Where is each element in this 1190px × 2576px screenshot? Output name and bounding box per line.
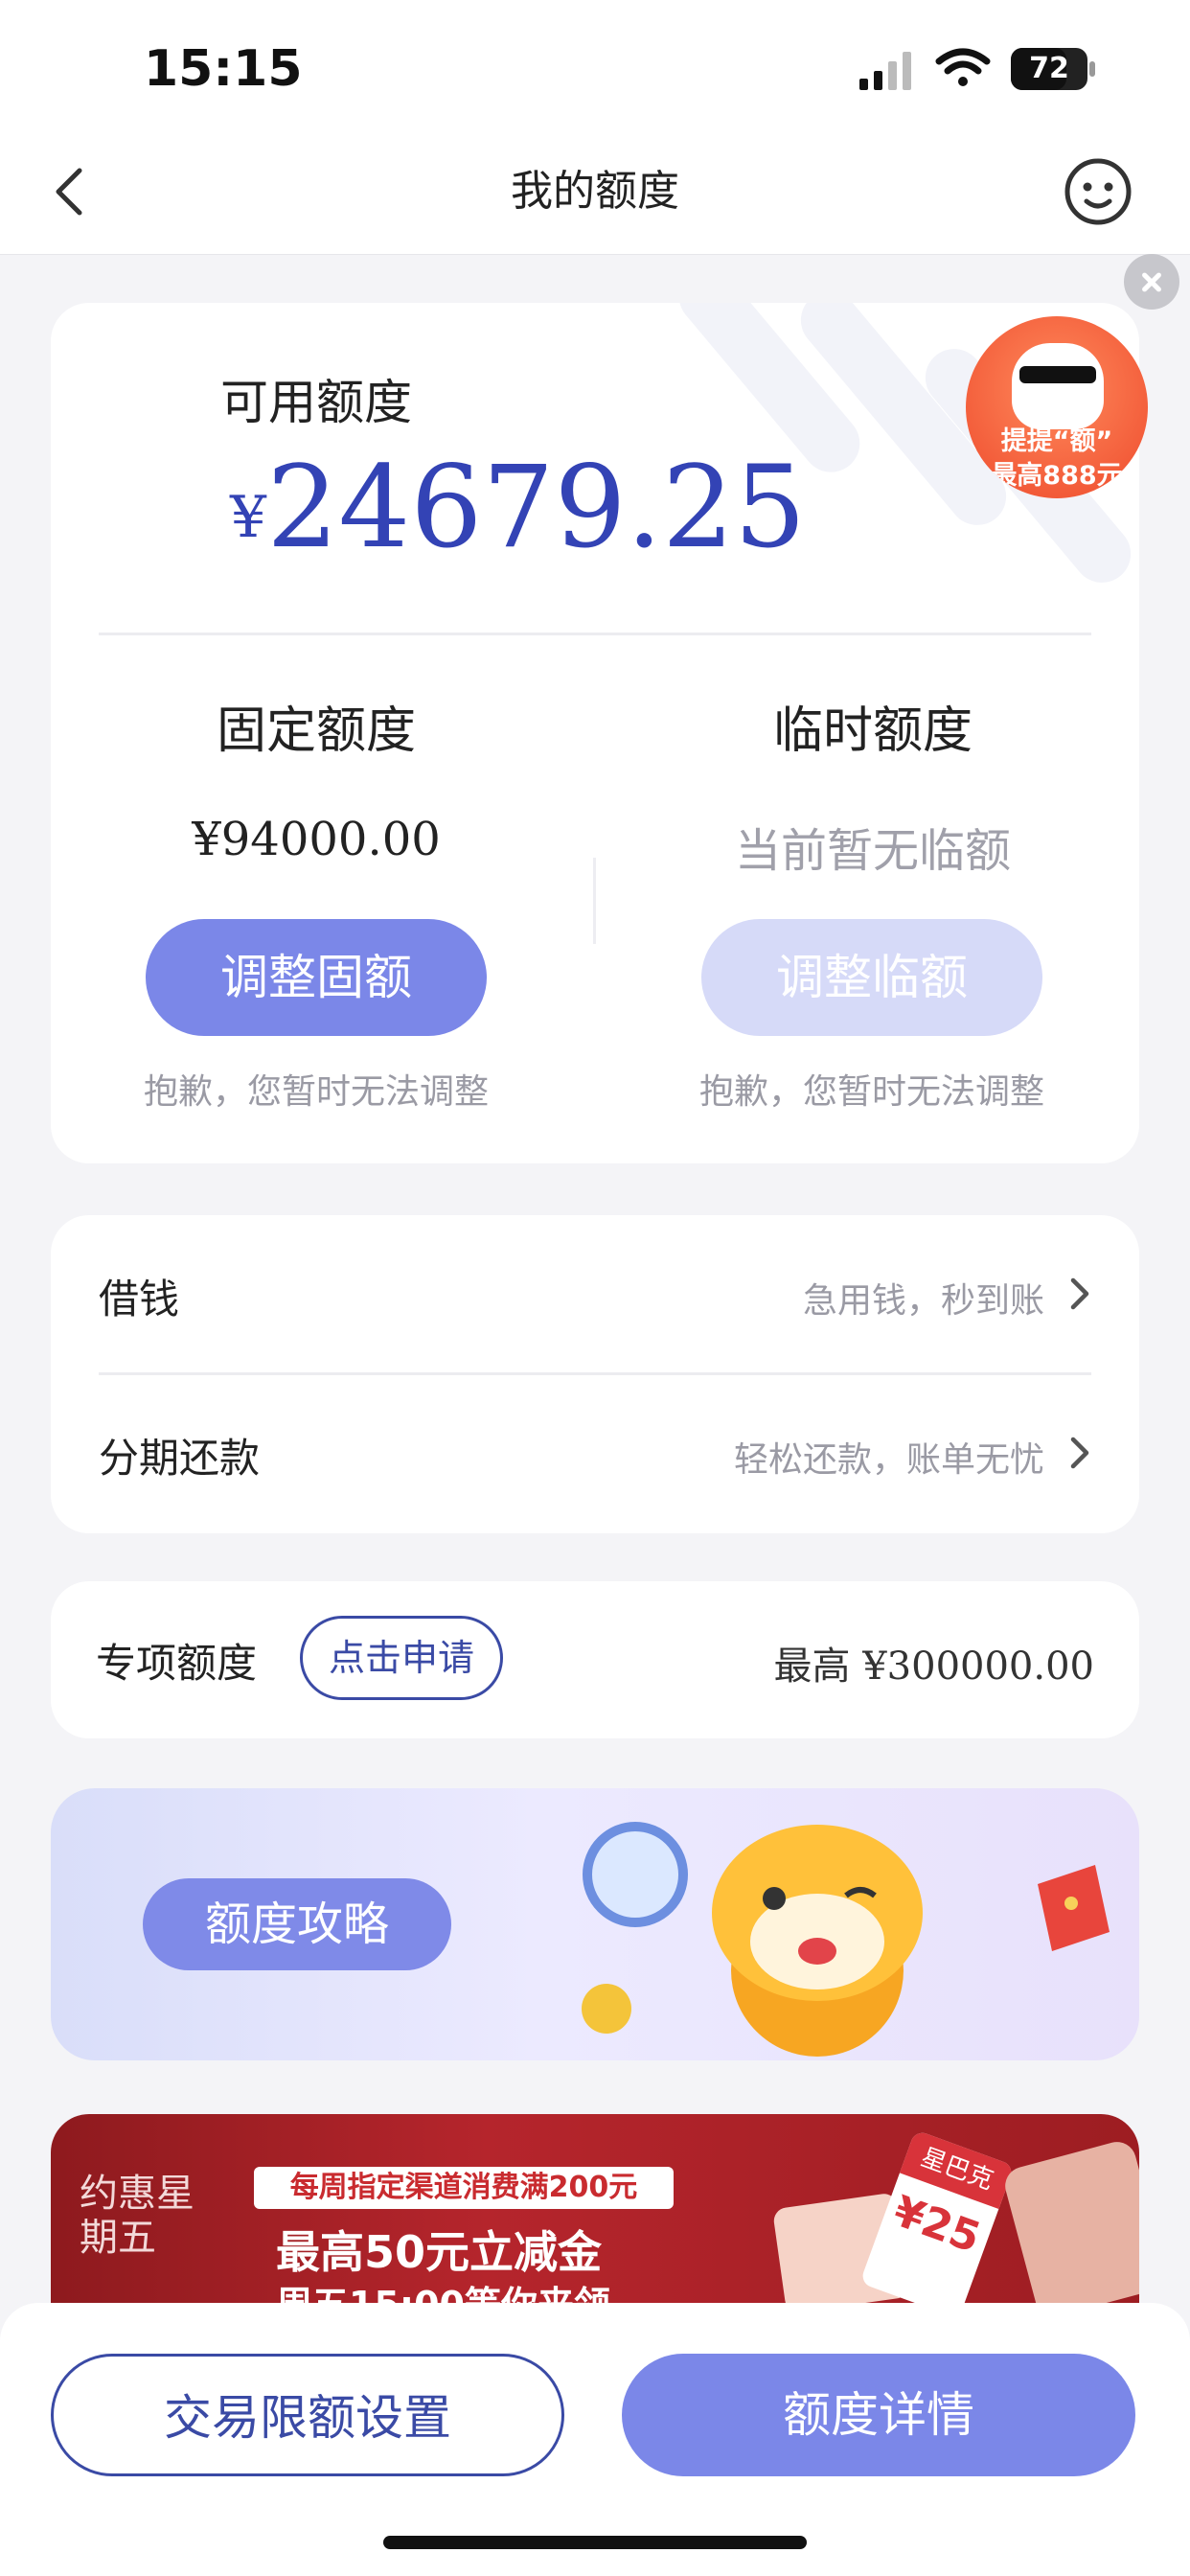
- adjust-fixed-button[interactable]: 调整固额: [146, 919, 487, 1036]
- close-promo-button[interactable]: [1124, 254, 1179, 310]
- column-separator: [593, 858, 596, 944]
- strategy-banner[interactable]: 额度攻略: [51, 1788, 1139, 2060]
- dumplings-icon: [1000, 2137, 1139, 2306]
- limit-details-button[interactable]: 额度详情: [622, 2354, 1135, 2476]
- promo-headline: 最高50元立减金: [276, 2226, 603, 2278]
- fixed-limit-value: ¥94000.00: [192, 813, 441, 866]
- borrow-label: 借钱: [99, 1276, 180, 1322]
- adjust-temp-button[interactable]: 调整临额: [701, 919, 1042, 1036]
- transaction-limit-button[interactable]: 交易限额设置: [51, 2354, 564, 2476]
- mascot-icon: [1012, 343, 1104, 429]
- battery-level: 72: [1029, 52, 1069, 85]
- strategy-tag: 额度攻略: [143, 1878, 451, 1970]
- available-value: 24679.25: [266, 441, 807, 573]
- promo-badge[interactable]: 提提“额” 最高888元: [966, 316, 1148, 498]
- promo-line1: 提提“额”: [1000, 426, 1113, 456]
- divider: [99, 632, 1091, 635]
- chevron-right-icon: [1070, 1277, 1089, 1310]
- installment-hint: 轻松还款，账单无忧: [733, 1440, 1044, 1480]
- promo-sub: 周五15:00等你来领: [276, 2284, 610, 2306]
- apply-button[interactable]: 点击申请: [300, 1616, 503, 1700]
- promo-line2: 最高888元: [991, 461, 1123, 491]
- tiger-mascot-icon: [582, 1822, 1110, 2057]
- chevron-right-icon: [1070, 1437, 1089, 1469]
- home-indicator: [383, 2536, 807, 2549]
- installment-label: 分期还款: [99, 1435, 261, 1482]
- status-time: 15:15: [144, 40, 303, 98]
- coupon-card: 星巴克 ¥25: [859, 2129, 1015, 2306]
- wifi-icon: [935, 48, 991, 86]
- available-label: 可用额度: [220, 375, 412, 430]
- battery-icon: 72: [1011, 48, 1097, 90]
- special-limit-label: 专项额度: [96, 1640, 258, 1687]
- fixed-limit-title: 固定额度: [216, 702, 416, 760]
- temp-limit-value: 当前暂无临额: [734, 824, 1011, 878]
- promo-banner[interactable]: 约惠星期五 每周指定渠道消费满200元 最高50元立减金 周五15:00等你来领…: [51, 2114, 1139, 2306]
- borrow-hint: 急用钱，秒到账: [802, 1281, 1044, 1321]
- page-title: 我的额度: [511, 167, 679, 216]
- currency-symbol: ¥: [230, 484, 267, 551]
- available-amount: ¥24679.25: [230, 441, 806, 573]
- cellular-signal-icon: [859, 52, 911, 90]
- customer-service-icon[interactable]: [1062, 155, 1134, 228]
- friday-logo: 约惠星期五: [80, 2172, 195, 2260]
- fixed-note: 抱歉，您暂时无法调整: [143, 1072, 489, 1112]
- temp-note: 抱歉，您暂时无法调整: [698, 1072, 1044, 1112]
- promo-ribbon: 每周指定渠道消费满200元: [254, 2167, 674, 2209]
- special-limit-max: 最高 ¥300000.00: [773, 1644, 1094, 1689]
- temp-limit-title: 临时额度: [772, 702, 973, 760]
